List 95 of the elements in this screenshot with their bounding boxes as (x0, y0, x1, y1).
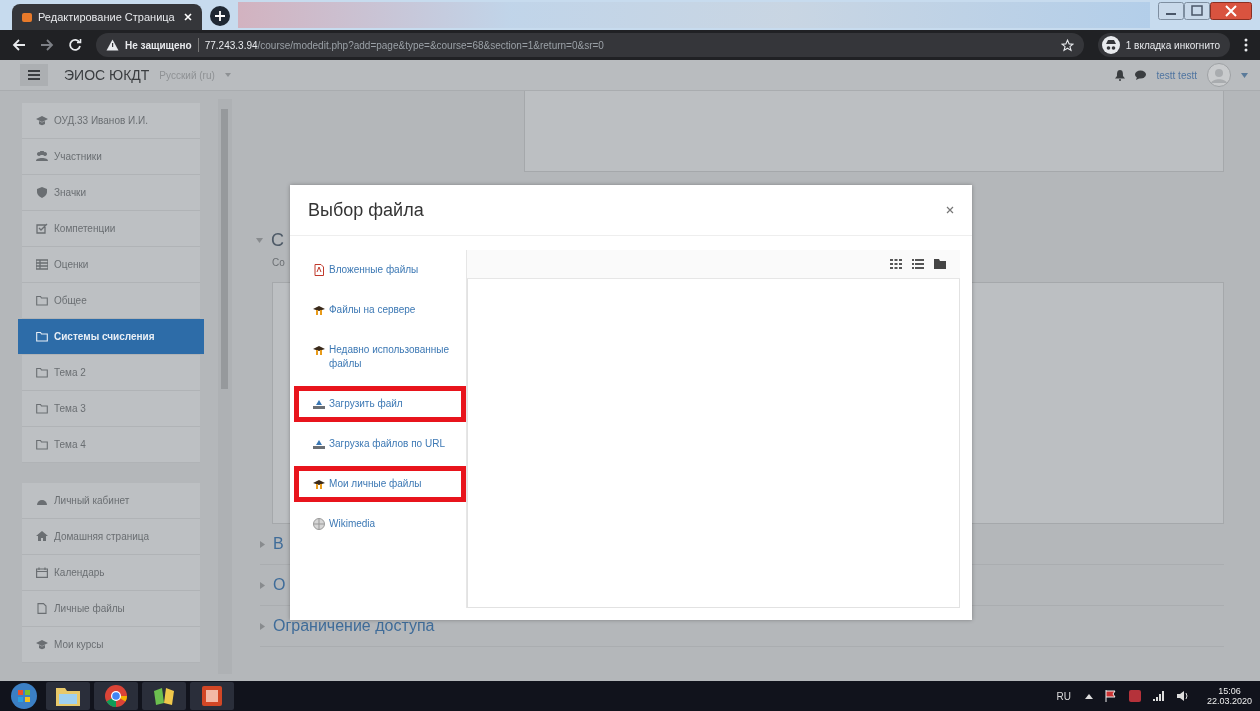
sidebar-item[interactable]: Оценки (22, 247, 200, 283)
users-icon (36, 151, 48, 162)
bookmark-star-icon[interactable] (1060, 38, 1074, 52)
dialog-title: Выбор файла (308, 199, 424, 221)
reload-icon[interactable] (68, 38, 82, 52)
books-icon (152, 687, 176, 705)
section-heading: С (271, 230, 284, 251)
repository-link[interactable]: Загрузить файл (294, 386, 466, 422)
hat-icon (313, 304, 325, 316)
sidebar-item[interactable]: Общее (22, 283, 200, 319)
folder-icon (36, 367, 48, 378)
language-indicator[interactable]: RU (1056, 690, 1071, 702)
address-field[interactable]: Не защищено 77.243.3.94/course/modedit.php?add=page&type=&course=68&section=1&return=0&sr=0 (96, 33, 1084, 57)
close-tab-icon[interactable] (184, 13, 192, 21)
repository-link[interactable]: Файлы на сервере (294, 292, 466, 328)
menu-icon (28, 70, 40, 80)
list-view-icon[interactable] (912, 259, 924, 269)
sidebar-item[interactable]: Значки (22, 175, 200, 211)
folder-icon (36, 439, 48, 450)
repository-link[interactable]: Мои личные файлы (294, 466, 466, 502)
repository-link[interactable]: Недавно использованные файлы (294, 332, 466, 382)
site-name[interactable]: ЭИОС ЮКДТ (64, 67, 150, 83)
security-label: Не защищено (125, 39, 192, 51)
hat-icon (313, 478, 325, 490)
sidebar-item[interactable]: ОУД.33 Иванов И.И. (22, 103, 200, 139)
back-arrow-icon[interactable] (12, 38, 26, 52)
checkbox-icon (36, 223, 48, 234)
home-icon (36, 531, 48, 542)
file-icon (36, 603, 48, 614)
start-button-icon[interactable] (10, 682, 38, 710)
close-window-icon[interactable] (1210, 2, 1252, 20)
upload-icon (313, 398, 325, 410)
taskbar-app-button[interactable] (94, 682, 138, 710)
hat-icon (313, 344, 325, 356)
menu-dots-icon[interactable] (1244, 38, 1248, 52)
browser-tab[interactable]: Редактирование Страница (12, 4, 202, 30)
url-text: 77.243.3.94/course/modedit.php?add=page&type=&course=68&section=1&return=0&sr=0 (204, 39, 605, 51)
section-link[interactable]: В (273, 535, 284, 553)
maximize-icon[interactable] (1184, 2, 1210, 20)
bell-icon[interactable] (1115, 69, 1126, 81)
taskbar-app-button[interactable] (46, 682, 90, 710)
forward-arrow-icon[interactable] (40, 38, 54, 52)
taskbar-app-button[interactable] (190, 682, 234, 710)
sidebar-item[interactable]: Тема 2 (22, 355, 200, 391)
scrollbar[interactable] (218, 99, 232, 674)
signal-icon[interactable] (1152, 691, 1165, 701)
repository-link[interactable]: Загрузка файлов по URL (294, 426, 466, 462)
document-icon (313, 264, 325, 276)
sidebar-item[interactable]: Компетенции (22, 211, 200, 247)
minimize-icon[interactable] (1158, 2, 1184, 20)
antivirus-icon[interactable] (1128, 690, 1141, 702)
sidebar-item[interactable]: Тема 4 (22, 427, 200, 463)
sidebar-item[interactable]: Тема 3 (22, 391, 200, 427)
clock[interactable]: 15:06 22.03.2020 (1206, 686, 1252, 706)
folder-icon (36, 295, 48, 306)
repository-link[interactable]: Вложенные файлы (294, 252, 466, 288)
chat-icon[interactable] (1135, 70, 1147, 80)
new-tab-icon[interactable] (210, 6, 230, 26)
folder-icon (56, 686, 80, 706)
icon-view-icon[interactable] (890, 259, 902, 269)
browser-icon (105, 685, 127, 707)
sidebar-item[interactable]: Календарь (22, 555, 200, 591)
tray-arrow-icon[interactable] (1084, 693, 1093, 699)
upload-icon (313, 438, 325, 450)
incognito-icon (1101, 36, 1120, 54)
folder-icon (36, 331, 48, 342)
taskbar-app-button[interactable] (142, 682, 186, 710)
calendar-icon (36, 567, 48, 578)
flag-icon[interactable] (1104, 690, 1117, 702)
presentation-app-icon (202, 686, 222, 706)
graduation-cap-icon (36, 639, 48, 650)
sidebar-item[interactable]: Мои курсы (22, 627, 200, 663)
warning-icon (106, 39, 119, 51)
sidebar-item[interactable]: Личные файлы (22, 591, 200, 627)
table-icon (36, 259, 48, 270)
sidebar-item[interactable]: Домашняя страница (22, 519, 200, 555)
speaker-icon[interactable] (1176, 691, 1189, 701)
sidebar-item[interactable]: Участники (22, 139, 200, 175)
folder-icon (36, 403, 48, 414)
site-favicon-icon (22, 12, 32, 22)
section-link[interactable]: О (273, 576, 286, 594)
menu-button[interactable] (20, 64, 48, 86)
user-name[interactable]: testt testt (1156, 69, 1197, 81)
repository-link[interactable]: Wikimedia (294, 506, 466, 542)
section-link[interactable]: Ограничение доступа (273, 617, 435, 635)
graduation-cap-icon (36, 115, 48, 126)
shield-icon (36, 187, 48, 198)
sidebar-item[interactable]: Личный кабинет (22, 483, 200, 519)
tab-title: Редактирование Страница (38, 11, 176, 23)
section-text: Со (272, 257, 285, 268)
incognito-button[interactable]: 1 вкладка инкогнито (1097, 33, 1230, 57)
close-icon[interactable] (946, 206, 954, 214)
globe-icon (313, 518, 325, 530)
folder-icon[interactable] (934, 259, 946, 269)
sidebar-item[interactable]: Системы счисления (18, 319, 204, 355)
